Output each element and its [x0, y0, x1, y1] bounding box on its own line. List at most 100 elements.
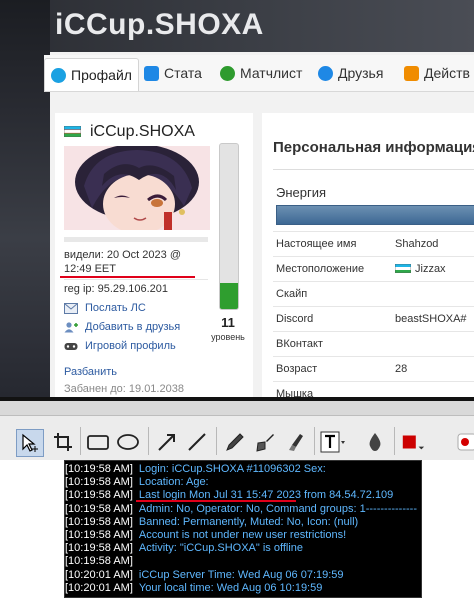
energy-level-bar [219, 143, 239, 310]
color-swatch-icon [402, 435, 425, 450]
tab-actions[interactable]: Действ [404, 61, 470, 85]
highlighter-icon [289, 434, 303, 451]
console-message: Banned: Permanently, Muted: No, Icon: (n… [138, 515, 359, 528]
tab-label: Действ [424, 65, 470, 81]
separator [273, 169, 474, 170]
red-annotation-underline [60, 276, 195, 278]
ellipse-tool[interactable] [115, 429, 141, 455]
console-line: [10:19:58 AM] Account is not under new us… [65, 529, 346, 541]
crop-tool[interactable] [50, 429, 76, 455]
select-tool[interactable] [16, 429, 44, 457]
tab-label: Матчлист [240, 65, 303, 81]
tab-matchlist[interactable]: Матчлист [220, 61, 302, 85]
info-value: beastSHOXA# [395, 313, 467, 325]
line-tool[interactable] [184, 429, 210, 455]
drop-icon [369, 433, 381, 451]
crop-icon [54, 433, 72, 451]
personal-info-panel: Персональная информация Энергия Настояще… [262, 113, 474, 397]
rectangle-icon [87, 435, 109, 450]
console-message: Admin: No, Operator: No, Command groups:… [138, 502, 417, 515]
last-seen-date: видели: 20 Oct 2023 @ [64, 249, 181, 261]
blur-tool[interactable] [362, 429, 388, 455]
text-icon [320, 431, 345, 453]
text-tool[interactable] [320, 429, 346, 455]
toolbar-separator [394, 427, 395, 455]
tab-friends[interactable]: Друзья [318, 61, 383, 85]
profile-tabs: Профайл Стата Матчлист Друзья Действ [44, 55, 474, 92]
highlighter-tool[interactable] [282, 429, 308, 455]
console-timestamp: [10:20:01 AM] [65, 568, 133, 581]
info-row-age: Возраст 28 [273, 356, 474, 382]
pen-tool[interactable] [222, 429, 248, 455]
console-line: [10:20:01 AM] Your local time: Wed Aug 06… [65, 582, 322, 594]
personal-info-title: Персональная информация [273, 139, 474, 156]
left-background [0, 0, 50, 397]
game-profile-link[interactable]: Игровой профиль [64, 340, 176, 352]
console-timestamp: [10:19:58 AM] [65, 489, 133, 502]
toolbar-separator [216, 427, 217, 455]
info-key: Скайп [276, 288, 308, 300]
console-message: Activity: "iCCup.SHOXA" is offline [138, 542, 303, 555]
console-message: Login: iCCup.SHOXA #11096302 Sex: [138, 463, 326, 475]
brush-tool[interactable] [252, 429, 278, 455]
pen-icon [226, 433, 244, 451]
page-title: iCCup.SHOXA [55, 8, 264, 41]
toolbar-separator [314, 427, 315, 455]
console-timestamp: [10:19:58 AM] [65, 515, 133, 528]
add-friend-link[interactable]: Добавить в друзья [64, 321, 180, 333]
console-line: [10:19:58 AM] Activity: "iCCup.SHOXA" is … [65, 542, 303, 554]
annotation-toolbar [0, 397, 474, 460]
arrow-icon [158, 434, 175, 451]
record-button[interactable] [452, 429, 474, 455]
level-number: 11 [221, 315, 235, 330]
info-key: Возраст [276, 363, 318, 375]
info-value: 28 [395, 363, 408, 375]
console-message: Your local time: Wed Aug 06 10:19:59 [138, 581, 323, 594]
info-key: Местоположение [276, 263, 365, 275]
console-line: [10:19:58 AM] Location: Age: [65, 476, 209, 488]
tab-profile[interactable]: Профайл [44, 58, 139, 91]
console-line: [10:19:58 AM] [65, 555, 139, 567]
info-row-mouse: Мышка [273, 381, 474, 397]
console-timestamp: [10:19:58 AM] [65, 529, 133, 541]
color-picker[interactable] [400, 429, 426, 455]
tab-stats[interactable]: Стата [144, 61, 202, 85]
console-timestamp: [10:19:58 AM] [65, 502, 133, 515]
separator [64, 237, 208, 242]
info-row-vk: ВКонтакт [273, 331, 474, 357]
info-value: Shahzod [395, 238, 439, 250]
brush-icon [256, 434, 274, 452]
toolbar-separator [80, 427, 81, 455]
chat-console: [10:19:58 AM] Login: iCCup.SHOXA #1109630… [64, 460, 422, 598]
console-line: [10:19:58 AM] Admin: No, Operator: No, Co… [65, 503, 417, 515]
avatar [64, 146, 210, 230]
separator [64, 279, 208, 280]
info-key: ВКонтакт [276, 338, 323, 350]
rectangle-tool[interactable] [85, 429, 111, 455]
line-icon [188, 433, 206, 451]
console-timestamp: [10:19:58 AM] [65, 476, 133, 489]
toolbar-top-edge [0, 397, 474, 401]
stats-icon [144, 65, 159, 81]
unban-link[interactable]: Разбанить [64, 366, 117, 378]
info-row-discord: Discord beastSHOXA# [273, 306, 474, 332]
console-message: iCCup Server Time: Wed Aug 06 07:19:59 [138, 568, 344, 581]
add-friend-icon [64, 321, 78, 332]
reg-ip: reg ip: 95.29.106.201 [64, 283, 168, 295]
info-row-location: Местоположение Jizzax [273, 256, 474, 282]
arrow-tool[interactable] [154, 429, 180, 455]
info-value: Jizzax [415, 263, 446, 275]
console-timestamp: [10:19:58 AM] [65, 555, 133, 568]
profile-username: iCCup.SHOXA [90, 123, 195, 140]
console-line: [10:19:58 AM] Banned: Permanently, Muted:… [65, 516, 358, 528]
energy-strip [276, 205, 474, 225]
info-row-real-name: Настоящее имя Shahzod [273, 231, 474, 257]
game-profile-label: Игровой профиль [85, 340, 176, 352]
uzbekistan-flag-icon [64, 126, 81, 137]
energy-label: Энергия [276, 185, 327, 200]
red-annotation-underline [136, 500, 296, 502]
send-message-label: Послать ЛС [85, 302, 146, 314]
add-friend-label: Добавить в друзья [85, 321, 181, 333]
send-message-link[interactable]: Послать ЛС [64, 302, 146, 314]
console-timestamp: [10:20:01 AM] [65, 581, 133, 594]
